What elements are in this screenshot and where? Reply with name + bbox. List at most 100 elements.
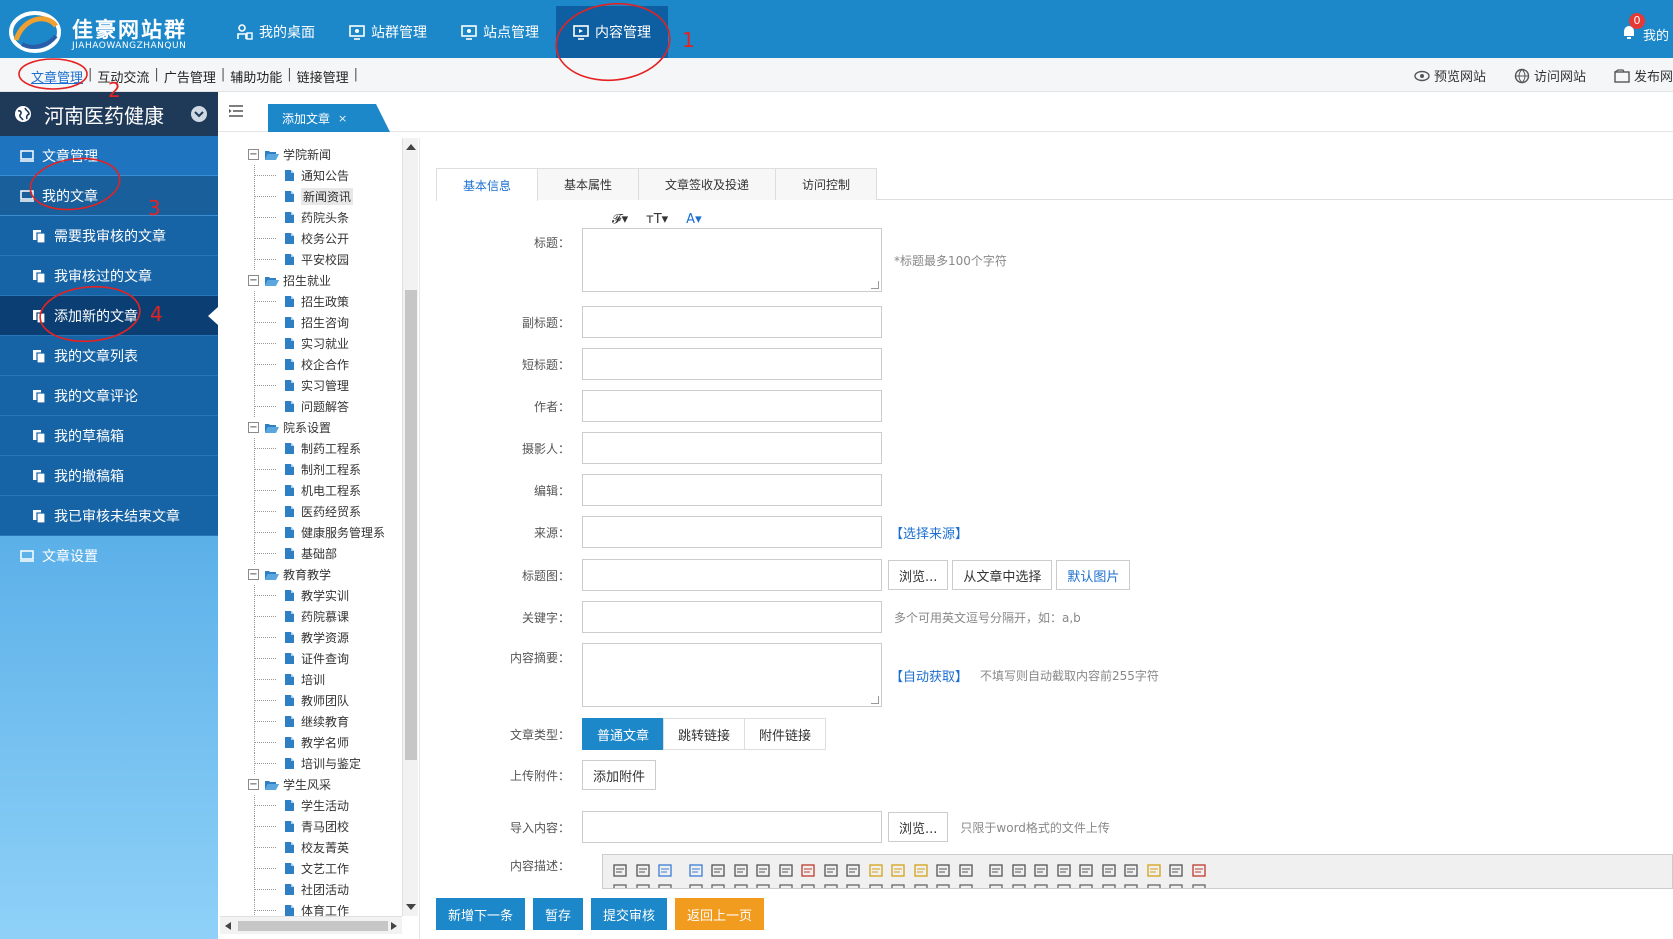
- editor-tool-icon[interactable]: [779, 864, 793, 877]
- tree-node-item[interactable]: 校企合作: [220, 354, 406, 375]
- submenu-article-management[interactable]: 文章管理: [28, 67, 86, 86]
- editor-tool-icon[interactable]: [959, 884, 973, 889]
- tree-node-item[interactable]: 新闻资讯: [220, 186, 406, 207]
- close-icon[interactable]: ×: [338, 112, 347, 125]
- tree-node-item[interactable]: 培训: [220, 669, 406, 690]
- editor-tool-icon[interactable]: [1102, 864, 1116, 877]
- tab-access-control[interactable]: 访问控制: [775, 168, 878, 200]
- editor-tool-icon[interactable]: [891, 864, 905, 877]
- editor-tool-icon[interactable]: [936, 864, 950, 877]
- editor-tool-icon[interactable]: [689, 884, 703, 889]
- submenu-interaction[interactable]: 互动交流: [94, 67, 152, 86]
- app-logo[interactable]: 佳豪网站群 JIAHAOWANGZHANQUN: [6, 6, 211, 54]
- subtitle-input[interactable]: [582, 306, 882, 338]
- type-normal-button[interactable]: 普通文章: [582, 718, 665, 750]
- tree-vertical-scrollbar[interactable]: [402, 138, 418, 916]
- save-draft-button[interactable]: 暂存: [533, 898, 584, 930]
- editor-tool-icon[interactable]: [734, 884, 748, 889]
- topnav-my-desktop[interactable]: 我的桌面: [220, 6, 332, 58]
- select-source-link[interactable]: 【选择来源】: [890, 523, 968, 542]
- editor-tool-icon[interactable]: [1034, 864, 1048, 877]
- topnav-site-group[interactable]: 站群管理: [332, 6, 444, 58]
- sidebar-item-drafts[interactable]: 我的草稿箱: [0, 416, 218, 456]
- menu-toggle-icon[interactable]: [228, 104, 244, 118]
- tree-node-folder[interactable]: − 学院新闻: [220, 144, 406, 165]
- add-next-button[interactable]: 新增下一条: [436, 898, 526, 930]
- editor-tool-icon[interactable]: [914, 864, 928, 877]
- notifications[interactable]: 0 我的: [1613, 10, 1673, 50]
- browse-image-button[interactable]: 浏览...: [888, 560, 949, 590]
- editor-tool-icon[interactable]: [1057, 864, 1071, 877]
- sidebar-item-reviewed-unfinished[interactable]: 我已审核未结束文章: [0, 496, 218, 536]
- editor-tool-icon[interactable]: [959, 864, 973, 877]
- tree-node-item[interactable]: 继续教育: [220, 711, 406, 732]
- resize-grip-icon[interactable]: [871, 696, 879, 704]
- sidebar-item-pending-review[interactable]: 需要我审核的文章: [0, 216, 218, 256]
- source-input[interactable]: [582, 516, 882, 548]
- tree-node-item[interactable]: 医药经贸系: [220, 501, 406, 522]
- editor-tool-icon[interactable]: [756, 864, 770, 877]
- editor-tool-icon[interactable]: [846, 884, 860, 889]
- editor-tool-icon[interactable]: [869, 884, 883, 889]
- type-attachment-button[interactable]: 附件链接: [744, 718, 827, 750]
- editor-tool-icon[interactable]: [1124, 864, 1138, 877]
- tree-node-item[interactable]: 校务公开: [220, 228, 406, 249]
- browse-import-button[interactable]: 浏览...: [888, 812, 949, 842]
- editor-tool-icon[interactable]: [801, 864, 815, 877]
- topnav-content[interactable]: 内容管理: [556, 6, 668, 58]
- tree-node-item[interactable]: 平安校园: [220, 249, 406, 270]
- tab-basic-info[interactable]: 基本信息: [436, 168, 539, 201]
- editor-tool-icon[interactable]: [756, 884, 770, 889]
- editor-tool-icon[interactable]: [1012, 864, 1026, 877]
- scroll-left-icon[interactable]: [225, 922, 231, 930]
- tree-node-item[interactable]: 制药工程系: [220, 438, 406, 459]
- tree-node-item[interactable]: 证件查询: [220, 648, 406, 669]
- tree-node-item[interactable]: 制剂工程系: [220, 459, 406, 480]
- summary-textarea[interactable]: [582, 643, 882, 707]
- editor-tool-icon[interactable]: [636, 864, 650, 877]
- editor-tool-icon[interactable]: [936, 884, 950, 889]
- editor-tool-icon[interactable]: [824, 884, 838, 889]
- tree-node-item[interactable]: 实习就业: [220, 333, 406, 354]
- editor-tool-icon[interactable]: [1147, 884, 1161, 889]
- tree-node-item[interactable]: 机电工程系: [220, 480, 406, 501]
- editor-tool-icon[interactable]: [891, 884, 905, 889]
- tree-node-item[interactable]: 校友菁英: [220, 837, 406, 858]
- scroll-thumb[interactable]: [238, 921, 388, 931]
- add-attachment-button[interactable]: 添加附件: [582, 760, 657, 790]
- tree-node-item[interactable]: 招生政策: [220, 291, 406, 312]
- tree-node-folder[interactable]: − 院系设置: [220, 417, 406, 438]
- editor-tool-icon[interactable]: [801, 884, 815, 889]
- font-size-tool[interactable]: тT▾: [646, 212, 668, 227]
- editor-tool-icon[interactable]: [734, 864, 748, 877]
- tree-node-item[interactable]: 基础部: [220, 543, 406, 564]
- photographer-input[interactable]: [582, 432, 882, 464]
- publish-site-button[interactable]: 发布网: [1614, 66, 1673, 85]
- scroll-up-icon[interactable]: [406, 144, 416, 150]
- editor-tool-icon[interactable]: [1147, 864, 1161, 877]
- tab-signing-delivery[interactable]: 文章签收及投递: [638, 168, 777, 200]
- chevron-down-icon[interactable]: [190, 105, 208, 123]
- editor-tool-icon[interactable]: [711, 864, 725, 877]
- collapse-toggle-icon[interactable]: −: [248, 422, 259, 433]
- tree-node-folder[interactable]: − 教育教学: [220, 564, 406, 585]
- sidebar-item-reviewed[interactable]: 我审核过的文章: [0, 256, 218, 296]
- tree-node-item[interactable]: 青马团校: [220, 816, 406, 837]
- editor-tool-icon[interactable]: [1169, 864, 1183, 877]
- submenu-links[interactable]: 链接管理: [294, 67, 352, 86]
- tree-node-item[interactable]: 教学资源: [220, 627, 406, 648]
- editor-tool-icon[interactable]: [1079, 864, 1093, 877]
- tree-node-item[interactable]: 招生咨询: [220, 312, 406, 333]
- tree-node-item[interactable]: 健康服务管理系: [220, 522, 406, 543]
- import-input[interactable]: [582, 811, 882, 843]
- tab-add-article[interactable]: 添加文章 ×: [268, 104, 390, 132]
- editor-tool-icon[interactable]: [711, 884, 725, 889]
- topnav-site[interactable]: 站点管理: [444, 6, 556, 58]
- collapse-toggle-icon[interactable]: −: [248, 569, 259, 580]
- editor-input[interactable]: [582, 474, 882, 506]
- tree-node-item[interactable]: 学生活动: [220, 795, 406, 816]
- sidebar-item-my-articles[interactable]: 我的文章: [0, 176, 218, 216]
- type-redirect-button[interactable]: 跳转链接: [663, 718, 746, 750]
- author-input[interactable]: [582, 390, 882, 422]
- sidebar-item-article-management[interactable]: 文章管理: [0, 136, 218, 176]
